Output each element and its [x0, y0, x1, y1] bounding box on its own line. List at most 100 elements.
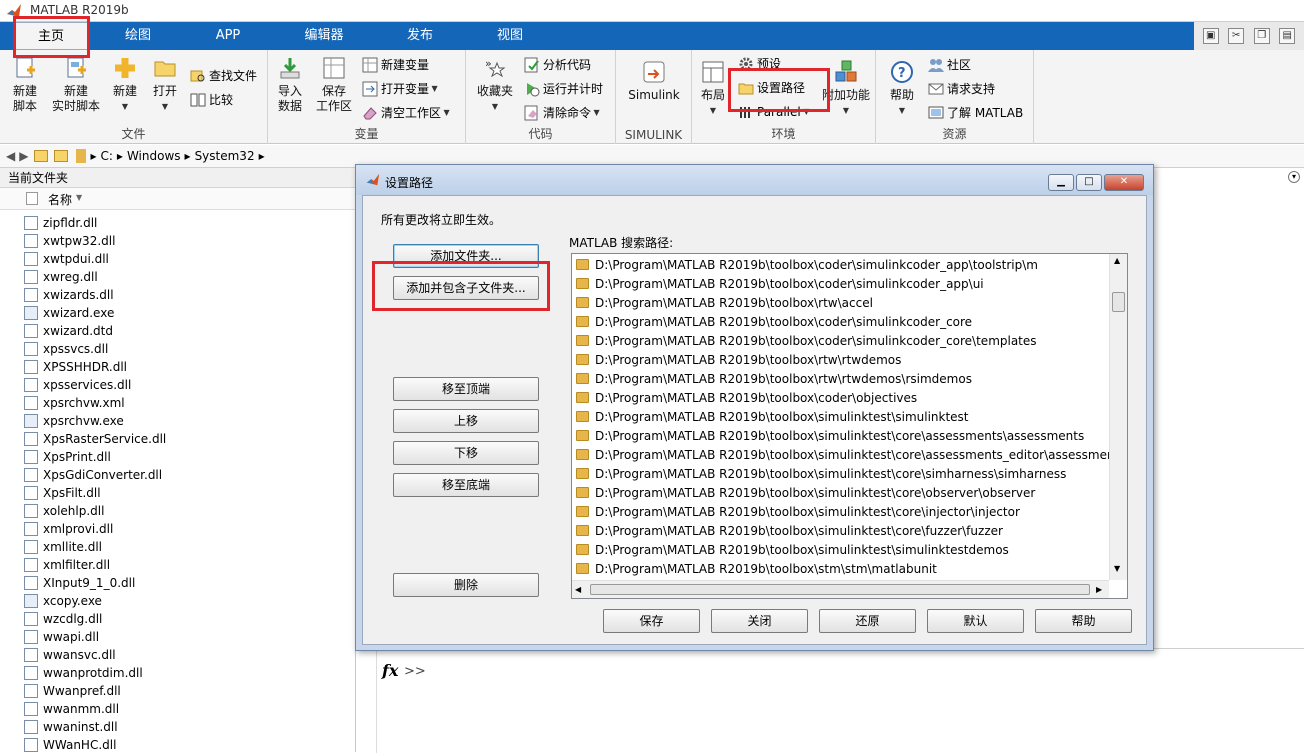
column-name-header[interactable]: 名称: [48, 191, 72, 208]
file-list-item[interactable]: wwanmm.dll: [24, 700, 119, 718]
file-list-item[interactable]: xwizard.dtd: [24, 322, 113, 340]
scroll-up-icon[interactable]: ▲: [1114, 256, 1120, 265]
compare-button[interactable]: 比较: [190, 92, 233, 108]
file-list-item[interactable]: XpsRasterService.dll: [24, 430, 166, 448]
vertical-scrollbar[interactable]: ▲ ▼: [1109, 254, 1127, 580]
path-list-item[interactable]: D:\Program\MATLAB R2019b\toolbox\simulin…: [576, 540, 1009, 559]
path-list-item[interactable]: D:\Program\MATLAB R2019b\toolbox\simulin…: [576, 502, 1020, 521]
file-list-item[interactable]: XInput9_1_0.dll: [24, 574, 135, 592]
maximize-button[interactable]: □: [1076, 174, 1102, 191]
open-variable-button[interactable]: 打开变量 ▼: [362, 81, 438, 97]
path-list-item[interactable]: D:\Program\MATLAB R2019b\toolbox\coder\o…: [576, 388, 917, 407]
learn-matlab-button[interactable]: 了解 MATLAB: [928, 105, 1023, 121]
minimize-button[interactable]: ▁: [1048, 174, 1074, 191]
file-list-item[interactable]: xmlfilter.dll: [24, 556, 110, 574]
path-list-item[interactable]: D:\Program\MATLAB R2019b\toolbox\coder\s…: [576, 312, 972, 331]
path-list-item[interactable]: D:\Program\MATLAB R2019b\toolbox\simulin…: [576, 445, 1109, 464]
tab-plots[interactable]: 绘图: [104, 22, 172, 50]
open-button[interactable]: 打开 ▼: [146, 56, 184, 114]
panel-options-icon[interactable]: ▾: [1288, 171, 1300, 183]
favorites-button[interactable]: » 收藏夹 ▼: [472, 56, 518, 114]
forward-arrow-icon[interactable]: ▶: [19, 149, 28, 163]
copy-icon[interactable]: ❐: [1253, 28, 1270, 44]
path-list-item[interactable]: D:\Program\MATLAB R2019b\toolbox\rtw\acc…: [576, 293, 873, 312]
new-button[interactable]: 新建 ▼: [106, 56, 144, 114]
file-list-item[interactable]: XpsGdiConverter.dll: [24, 466, 162, 484]
scroll-thumb[interactable]: [1112, 292, 1125, 312]
save-icon[interactable]: ▣: [1202, 28, 1219, 44]
search-path-list[interactable]: D:\Program\MATLAB R2019b\toolbox\coder\s…: [571, 253, 1128, 599]
new-live-script-button[interactable]: 新建 实时脚本: [50, 56, 102, 114]
file-list-item[interactable]: xwizard.exe: [24, 304, 114, 322]
help-button-dialog[interactable]: 帮助: [1035, 609, 1132, 633]
help-button[interactable]: ? 帮助 ▼: [884, 60, 920, 118]
tab-view[interactable]: 视图: [474, 22, 546, 50]
path-list-item[interactable]: D:\Program\MATLAB R2019b\toolbox\simulin…: [576, 464, 1066, 483]
command-window[interactable]: fx >>: [356, 648, 1304, 753]
file-list-item[interactable]: xwtpdui.dll: [24, 250, 109, 268]
up-folder-icon[interactable]: [34, 150, 49, 162]
select-all-checkbox[interactable]: [26, 192, 38, 205]
path-list-item[interactable]: D:\Program\MATLAB R2019b\toolbox\coder\s…: [576, 274, 984, 293]
breadcrumb-system32[interactable]: System32: [195, 149, 255, 163]
file-list-item[interactable]: xmlprovi.dll: [24, 520, 113, 538]
new-script-button[interactable]: 新建 脚本: [4, 56, 46, 114]
tab-apps[interactable]: APP: [192, 22, 264, 50]
close-window-button[interactable]: ✕: [1104, 174, 1144, 191]
cut-icon[interactable]: ✂: [1228, 28, 1245, 44]
move-down-button[interactable]: 下移: [393, 441, 539, 465]
horizontal-scroll-thumb[interactable]: [590, 584, 1090, 595]
analyze-code-button[interactable]: 分析代码: [524, 57, 591, 73]
browse-folder-icon[interactable]: [54, 150, 69, 162]
save-button[interactable]: 保存: [603, 609, 700, 633]
file-list-item[interactable]: WWanHC.dll: [24, 736, 116, 754]
file-list-item[interactable]: xwizards.dll: [24, 286, 114, 304]
file-list-item[interactable]: xcopy.exe: [24, 592, 102, 610]
file-list-item[interactable]: wwansvc.dll: [24, 646, 116, 664]
move-to-top-button[interactable]: 移至顶端: [393, 377, 539, 401]
run-and-time-button[interactable]: 运行并计时: [524, 81, 603, 97]
file-list-item[interactable]: wwapi.dll: [24, 628, 99, 646]
scroll-left-icon[interactable]: ◀: [575, 585, 581, 594]
file-list-item[interactable]: xpsservices.dll: [24, 376, 131, 394]
path-list-item[interactable]: D:\Program\MATLAB R2019b\toolbox\simulin…: [576, 426, 1084, 445]
new-variable-button[interactable]: 新建变量: [362, 57, 429, 73]
file-list-item[interactable]: xpsrchvw.exe: [24, 412, 124, 430]
file-list-item[interactable]: xolehlp.dll: [24, 502, 104, 520]
find-files-button[interactable]: 查找文件: [190, 68, 257, 84]
file-list-item[interactable]: xpsrchvw.xml: [24, 394, 125, 412]
file-list-item[interactable]: Wwanpref.dll: [24, 682, 121, 700]
breadcrumb-windows[interactable]: Windows: [127, 149, 181, 163]
file-list-item[interactable]: xpssvcs.dll: [24, 340, 108, 358]
tab-editor[interactable]: 编辑器: [286, 22, 362, 50]
path-list-item[interactable]: D:\Program\MATLAB R2019b\toolbox\simulin…: [576, 483, 1035, 502]
path-list-item[interactable]: D:\Program\MATLAB R2019b\toolbox\stm\stm…: [576, 559, 937, 578]
simulink-button[interactable]: Simulink: [624, 60, 684, 103]
clear-workspace-button[interactable]: 清空工作区 ▼: [362, 105, 450, 121]
save-workspace-button[interactable]: 保存 工作区: [312, 56, 356, 114]
request-support-button[interactable]: 请求支持: [928, 81, 995, 97]
move-up-button[interactable]: 上移: [393, 409, 539, 433]
path-list-item[interactable]: D:\Program\MATLAB R2019b\toolbox\coder\s…: [576, 255, 1038, 274]
path-list-item[interactable]: D:\Program\MATLAB R2019b\toolbox\rtw\rtw…: [576, 369, 972, 388]
layout-button[interactable]: 布局 ▼: [698, 60, 728, 118]
back-arrow-icon[interactable]: ◀: [6, 149, 15, 163]
file-list-item[interactable]: wzcdlg.dll: [24, 610, 102, 628]
file-list-item[interactable]: xwtpw32.dll: [24, 232, 115, 250]
file-list-item[interactable]: zipfldr.dll: [24, 214, 97, 232]
sort-arrow-icon[interactable]: ▼: [76, 193, 82, 202]
file-list-item[interactable]: wwanprotdim.dll: [24, 664, 143, 682]
clear-commands-button[interactable]: 清除命令 ▼: [524, 105, 600, 121]
file-list-item[interactable]: xwreg.dll: [24, 268, 98, 286]
scroll-right-icon[interactable]: ▶: [1096, 585, 1102, 594]
breadcrumb-c[interactable]: C:: [101, 149, 113, 163]
revert-button[interactable]: 还原: [819, 609, 916, 633]
community-button[interactable]: 社区: [928, 57, 971, 73]
path-list-item[interactable]: D:\Program\MATLAB R2019b\toolbox\coder\s…: [576, 331, 1037, 350]
fx-icon[interactable]: fx: [382, 661, 398, 680]
paste-icon[interactable]: ▤: [1279, 28, 1296, 44]
path-list-item[interactable]: D:\Program\MATLAB R2019b\toolbox\rtw\rtw…: [576, 350, 901, 369]
horizontal-scrollbar[interactable]: ◀ ▶: [572, 580, 1109, 598]
file-list-item[interactable]: wwaninst.dll: [24, 718, 118, 736]
import-data-button[interactable]: 导入 数据: [272, 56, 308, 114]
